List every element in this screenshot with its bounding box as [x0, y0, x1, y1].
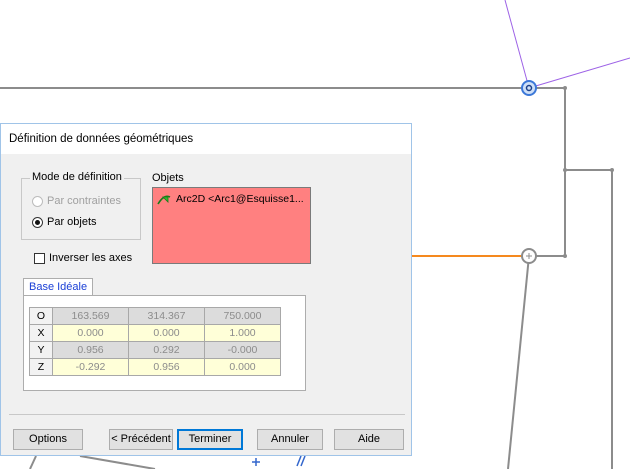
grid-cell[interactable]: 0.000: [128, 324, 205, 342]
construction-line: [504, 0, 530, 89]
grid-cell[interactable]: 1.000: [204, 324, 281, 342]
radio-circle-icon[interactable]: [32, 195, 43, 207]
objects-label: Objets: [152, 172, 184, 184]
options-button[interactable]: Options: [13, 429, 83, 450]
row-header: X: [29, 324, 53, 342]
sketch-annotation: [300, 455, 306, 467]
grid-cell[interactable]: 0.000: [52, 324, 129, 342]
objects-list[interactable]: Arc2D <Arc1@Esquisse1...: [152, 187, 311, 264]
button-separator: [9, 414, 405, 415]
grid-cell[interactable]: 314.367: [128, 307, 205, 325]
sketch-point[interactable]: [563, 168, 567, 172]
tab-base-ideale[interactable]: Base Idéale: [23, 278, 94, 296]
coordinates-grid: O 163.569 314.367 750.000 X 0.000 0.000 …: [29, 307, 281, 376]
construction-line: [528, 57, 630, 89]
radio-par-contraintes-label: Par contraintes: [47, 195, 121, 207]
grid-cell[interactable]: -0.000: [204, 341, 281, 359]
radio-par-objets-label: Par objets: [47, 216, 97, 228]
row-header: O: [29, 307, 53, 325]
grid-cell[interactable]: -0.292: [52, 358, 129, 376]
sketch-line: [79, 455, 156, 469]
radio-selected-icon[interactable]: [32, 216, 43, 228]
arc2d-object-icon: [157, 195, 171, 205]
dialog-title: Définition de données géométriques: [9, 133, 194, 145]
previous-button[interactable]: < Précédent: [109, 429, 173, 450]
sketch-annotation: [296, 455, 302, 467]
invert-axes-checkbox-row[interactable]: Inverser les axes: [34, 252, 132, 264]
cancel-button[interactable]: Annuler: [257, 429, 323, 450]
dialog-titlebar[interactable]: Définition de données géométriques: [1, 124, 411, 154]
sketch-point[interactable]: [563, 86, 567, 90]
sketch-point[interactable]: [610, 168, 614, 172]
row-header: Z: [29, 358, 53, 376]
row-header: Y: [29, 341, 53, 359]
geometric-data-dialog: Définition de données géométriques Mode …: [0, 123, 412, 456]
radio-par-contraintes[interactable]: Par contraintes: [32, 195, 121, 207]
object-item-label: Arc2D <Arc1@Esquisse1...: [176, 193, 304, 205]
object-list-item[interactable]: Arc2D <Arc1@Esquisse1...: [157, 193, 304, 205]
base-ideale-panel: O 163.569 314.367 750.000 X 0.000 0.000 …: [23, 295, 306, 391]
finish-button[interactable]: Terminer: [177, 429, 243, 450]
invert-axes-checkbox[interactable]: [34, 252, 45, 264]
selected-point[interactable]: [521, 80, 537, 96]
sketch-line: [507, 255, 530, 469]
help-button[interactable]: Aide: [334, 429, 404, 450]
grid-cell[interactable]: 750.000: [204, 307, 281, 325]
grid-cell[interactable]: 0.956: [128, 358, 205, 376]
grid-cell[interactable]: 0.000: [204, 358, 281, 376]
table-row: X 0.000 0.000 1.000: [29, 324, 281, 342]
definition-mode-group: Mode de définition Par contraintes Par o…: [21, 171, 141, 240]
radio-par-objets[interactable]: Par objets: [32, 216, 97, 228]
definition-mode-label: Mode de définition: [30, 171, 124, 183]
grid-cell[interactable]: 0.956: [52, 341, 129, 359]
table-row: Z -0.292 0.956 0.000: [29, 358, 281, 376]
grid-cell[interactable]: 0.292: [128, 341, 205, 359]
sketch-line: [29, 455, 37, 469]
table-row: Y 0.956 0.292 -0.000: [29, 341, 281, 359]
grid-cell[interactable]: 163.569: [52, 307, 129, 325]
table-row: O 163.569 314.367 750.000: [29, 307, 281, 325]
invert-axes-label: Inverser les axes: [49, 252, 133, 264]
sketch-point[interactable]: [563, 254, 567, 258]
